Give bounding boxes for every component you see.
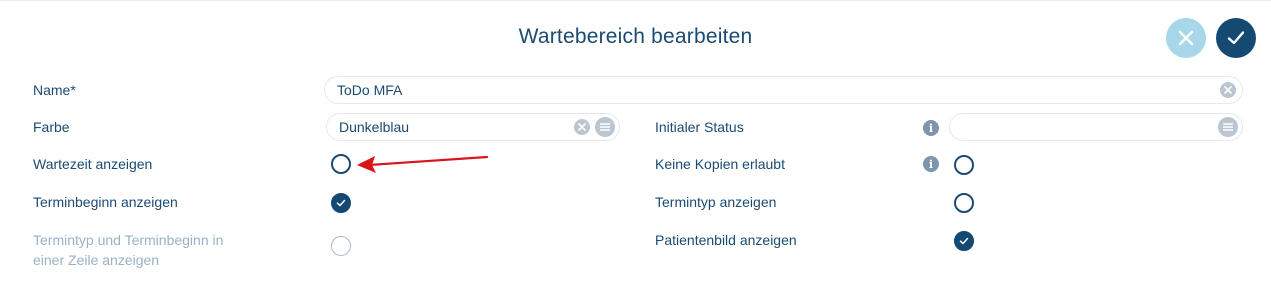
termintyp-zeile-label-line2: einer Zeile anzeigen — [33, 252, 160, 268]
name-input-value: ToDo MFA — [337, 82, 403, 98]
termintyp-zeile-checkbox[interactable] — [331, 236, 351, 256]
edit-waiting-area-dialog: Wartebereich bearbeiten Name* ToDo MFA F… — [0, 0, 1271, 286]
name-input[interactable]: ToDo MFA — [324, 76, 1243, 104]
wartezeit-label: Wartezeit anzeigen — [33, 156, 153, 172]
termintyp-checkbox[interactable] — [954, 193, 974, 213]
checkmark-icon — [336, 199, 346, 207]
terminbeginn-label: Terminbeginn anzeigen — [33, 194, 178, 210]
cancel-button[interactable] — [1166, 18, 1206, 58]
keine-kopien-checkbox[interactable] — [954, 155, 974, 175]
close-icon — [1178, 30, 1194, 46]
info-icon[interactable]: i — [923, 156, 939, 172]
confirm-button[interactable] — [1216, 18, 1256, 58]
dialog-title: Wartebereich bearbeiten — [518, 25, 753, 48]
clear-farbe-icon[interactable] — [574, 119, 590, 135]
termintyp-zeile-label: Termintyp und Terminbeginn in einer Zeil… — [33, 230, 223, 270]
checkmark-icon — [959, 237, 969, 245]
keine-kopien-label: Keine Kopien erlaubt — [655, 156, 785, 172]
termintyp-zeile-label-line1: Termintyp und Terminbeginn in — [33, 232, 224, 248]
annotation-arrow-icon — [357, 155, 489, 173]
termintyp-label: Termintyp anzeigen — [655, 194, 777, 210]
patientenbild-checkbox[interactable] — [954, 231, 974, 251]
info-icon[interactable]: i — [923, 120, 939, 136]
list-menu-icon[interactable] — [1218, 117, 1238, 137]
terminbeginn-checkbox[interactable] — [331, 193, 351, 213]
wartezeit-checkbox[interactable] — [331, 154, 351, 174]
patientenbild-label: Patientenbild anzeigen — [655, 232, 797, 248]
initial-status-select[interactable] — [949, 113, 1243, 141]
farbe-select[interactable]: Dunkelblau — [326, 113, 620, 141]
checkmark-icon — [1227, 31, 1245, 45]
clear-name-icon[interactable] — [1220, 82, 1236, 98]
initial-status-label: Initialer Status — [655, 119, 744, 135]
farbe-label: Farbe — [33, 119, 70, 135]
list-menu-icon[interactable] — [595, 117, 615, 137]
name-label: Name* — [33, 82, 76, 98]
